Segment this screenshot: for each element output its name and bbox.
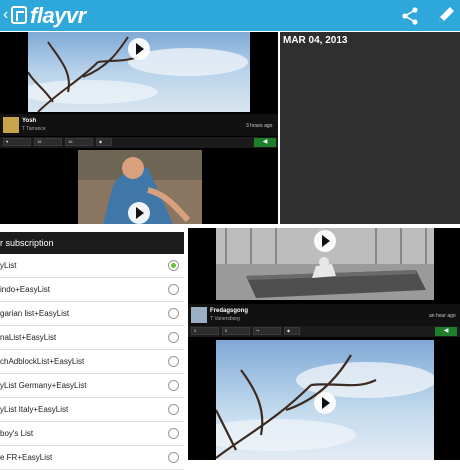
like-button[interactable]: ♥ bbox=[3, 138, 31, 146]
subscription-item-label: indo+EasyList bbox=[0, 285, 51, 294]
user-name: Yosh bbox=[22, 118, 37, 124]
app-action-bar: ‹ flayvr bbox=[0, 0, 460, 31]
like-button[interactable]: 0 bbox=[191, 327, 219, 335]
radio-button[interactable] bbox=[168, 452, 179, 463]
date-label: MAR 04, 2013 bbox=[283, 35, 348, 46]
subscription-item-label: yList Germany+EasyList bbox=[0, 381, 87, 390]
user-name: Fredagsgong bbox=[210, 308, 249, 314]
user-location: T Tarrance bbox=[22, 126, 46, 132]
tag-icon: ◆ bbox=[287, 328, 291, 333]
share-icon[interactable] bbox=[400, 6, 420, 26]
moment-card-1[interactable]: Yosh T Tarrance 3 hours ago ♥ 16 16 ◆ ◀ bbox=[0, 32, 278, 224]
share-green-button[interactable]: ◀ bbox=[435, 327, 457, 336]
radio-button[interactable] bbox=[168, 404, 179, 415]
radio-button[interactable] bbox=[168, 284, 179, 295]
subscription-item[interactable]: yList Germany+EasyList bbox=[0, 374, 184, 398]
tag-button[interactable]: ◆ bbox=[96, 138, 112, 146]
play-icon[interactable] bbox=[314, 392, 336, 414]
radio-button[interactable] bbox=[168, 428, 179, 439]
comment-button[interactable]: 0 bbox=[222, 327, 250, 335]
moment-meta-2: Fredagsgong T Vanersborg an hour ago bbox=[188, 304, 460, 326]
moment-actions-2: 0 0 ↪ ◆ ◀ bbox=[188, 326, 460, 337]
radio-button[interactable] bbox=[168, 308, 179, 319]
moment-actions-1: ♥ 16 16 ◆ ◀ bbox=[0, 137, 278, 148]
date-section: MAR 04, 2013 bbox=[280, 32, 460, 224]
subscription-item-label: chAdblockList+EasyList bbox=[0, 357, 85, 366]
pencil-icon[interactable] bbox=[436, 5, 456, 25]
timestamp: 3 hours ago bbox=[246, 123, 273, 129]
heart-icon: ♥ bbox=[6, 139, 9, 144]
play-icon[interactable] bbox=[128, 38, 150, 60]
radio-button[interactable] bbox=[168, 260, 179, 271]
subscription-list: r subscription yList indo+EasyList garian … bbox=[0, 232, 184, 470]
timestamp: an hour ago bbox=[429, 313, 456, 319]
app-title: flayvr bbox=[30, 3, 86, 28]
subscription-header: r subscription bbox=[0, 232, 184, 254]
share-count: 16 bbox=[68, 139, 73, 144]
subscription-item-label: naList+EasyList bbox=[0, 333, 57, 342]
subscription-item-label: e FR+EasyList bbox=[0, 453, 53, 462]
app-logo-icon bbox=[11, 6, 27, 24]
subscription-item[interactable]: boy's List bbox=[0, 422, 184, 446]
chevron-left-icon[interactable]: ‹ bbox=[3, 5, 8, 25]
avatar bbox=[3, 117, 19, 133]
comment-count: 0 bbox=[225, 328, 228, 333]
moment-meta-1: Yosh T Tarrance 3 hours ago bbox=[0, 114, 278, 136]
subscription-item-label: garian list+EasyList bbox=[0, 309, 70, 318]
subscription-item-label: yList Italy+EasyList bbox=[0, 405, 69, 414]
subscription-item[interactable]: garian list+EasyList bbox=[0, 302, 184, 326]
radio-button[interactable] bbox=[168, 380, 179, 391]
subscription-item[interactable]: naList+EasyList bbox=[0, 326, 184, 350]
play-icon[interactable] bbox=[314, 230, 336, 252]
moment-card-2[interactable]: Fredagsgong T Vanersborg an hour ago 0 0… bbox=[188, 228, 460, 460]
subscription-item[interactable]: chAdblockList+EasyList bbox=[0, 350, 184, 374]
avatar bbox=[191, 307, 207, 323]
share-green-button[interactable]: ◀ bbox=[254, 138, 276, 147]
subscription-item[interactable]: yList bbox=[0, 254, 184, 278]
play-icon[interactable] bbox=[128, 202, 150, 224]
tag-button[interactable]: ◆ bbox=[284, 327, 300, 335]
tag-icon: ◆ bbox=[99, 139, 103, 144]
user-location: T Vanersborg bbox=[210, 316, 240, 322]
radio-button[interactable] bbox=[168, 332, 179, 343]
subscription-item[interactable]: yList Italy+EasyList bbox=[0, 398, 184, 422]
subscription-item[interactable]: e FR+EasyList bbox=[0, 446, 184, 470]
radio-button[interactable] bbox=[168, 356, 179, 367]
comment-count: 16 bbox=[37, 139, 42, 144]
reshare-button[interactable]: ↪ bbox=[253, 327, 281, 335]
like-count: 0 bbox=[194, 328, 197, 333]
share-small-icon: ↪ bbox=[256, 328, 260, 333]
reshare-button[interactable]: 16 bbox=[65, 138, 93, 146]
subscription-item-label: boy's List bbox=[0, 429, 34, 438]
comment-button[interactable]: 16 bbox=[34, 138, 62, 146]
subscription-item[interactable]: indo+EasyList bbox=[0, 278, 184, 302]
subscription-header-label: r subscription bbox=[0, 238, 54, 248]
subscription-item-label: yList bbox=[0, 261, 17, 270]
